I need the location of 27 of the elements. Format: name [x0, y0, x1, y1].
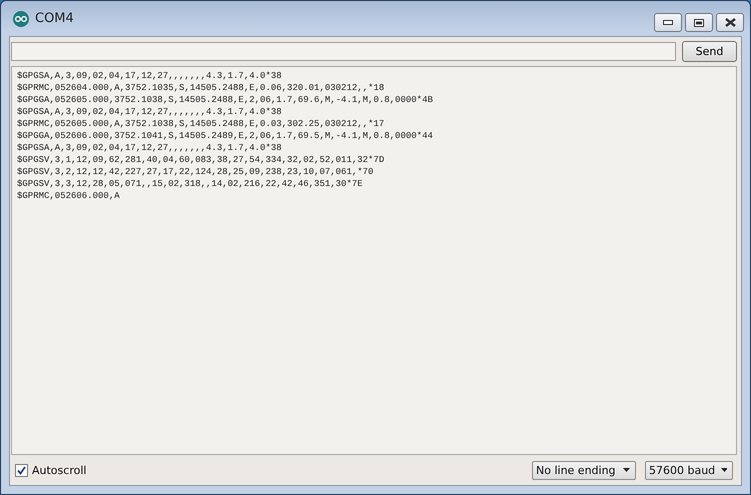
output-line: $GPGSA,A,3,09,02,04,17,12,27,,,,,,,4.3,1.7,4.0*38	[17, 106, 283, 118]
logo-icon	[13, 10, 29, 26]
close-icon	[724, 18, 736, 27]
output-line: $GPGGA,052606.000,3752.1041,S,14505.2489,E,2,06,1.7,69.5,M,-4.1,M,0.8,0000*44	[17, 130, 434, 142]
output-line: $GPGSA,A,3,09,02,04,17,12,27,,,,,,,4.3,1.7,4.0*38	[17, 142, 283, 154]
output-line: $GPGSV,3,3,12,28,05,071,,15,02,318,,14,02,216,22,42,46,351,30*7E	[17, 178, 364, 190]
minimize-button[interactable]	[654, 13, 682, 32]
output-line: $GPRMC,052605.000,A,3752.1038,S,14505.2488,E,0.03,302.25,030212,,*17	[17, 118, 386, 130]
output-line: $GPGGA,052605.000,3752.1038,S,14505.2488,E,2,06,1.7,69.6,M,-4.1,M,0.8,0000*4B	[17, 94, 434, 106]
window-title: COM4	[35, 11, 75, 26]
dropdown[interactable]: No line ending	[532, 460, 636, 480]
checkmark-icon	[17, 466, 26, 474]
minimize-icon	[663, 20, 673, 25]
close-button[interactable]	[716, 13, 744, 32]
caret-icon	[623, 468, 630, 472]
output-line: $GPRMC,052606.000,A	[17, 190, 121, 202]
autoscroll-checkbox[interactable]: Autoscroll	[15, 464, 523, 476]
output-line: $GPGSV,3,1,12,09,62,281,40,04,60,083,38,27,54,334,32,02,52,011,32*7D	[17, 154, 386, 166]
send-button[interactable]: Send	[682, 41, 737, 62]
caret-icon	[721, 468, 727, 472]
output-line: $GPRMC,052604.000,A,3752.1035,S,14505.2488,E,0.06,320.01,030212,,*18	[17, 82, 386, 94]
maximize-button[interactable]	[685, 13, 713, 32]
message-input-field[interactable]	[11, 42, 676, 61]
output-line: $GPGSA,A,3,09,02,04,17,12,27,,,,,,,4.3,1.7,4.0*38	[17, 70, 283, 82]
maximize-icon	[694, 18, 704, 26]
dropdown[interactable]: 57600 baud	[645, 460, 733, 480]
output-line: $GPGSV,3,2,12,12,42,227,27,17,22,124,28,25,09,238,23,10,07,061,*70	[17, 166, 374, 178]
